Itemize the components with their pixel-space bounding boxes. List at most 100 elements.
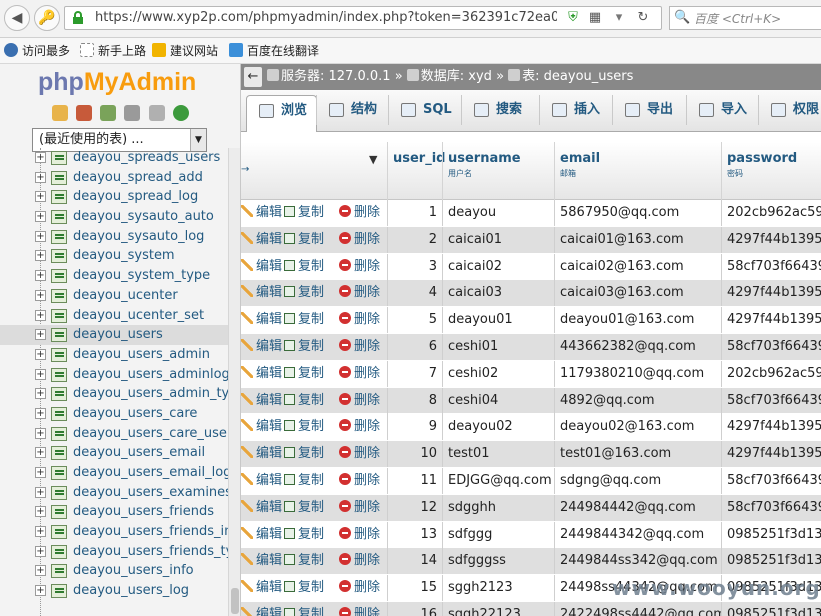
edit-link[interactable]: 编辑 bbox=[241, 227, 282, 253]
copy-link[interactable]: 复制 bbox=[284, 280, 324, 306]
nav-table-label[interactable]: deayou_users_care_user bbox=[73, 424, 232, 444]
tab-sql[interactable]: SQL bbox=[389, 95, 462, 132]
back-button[interactable]: ◀ bbox=[4, 5, 30, 31]
breadcrumb-database[interactable]: 数据库: xyd bbox=[421, 69, 492, 84]
expand-icon[interactable]: + bbox=[35, 427, 46, 439]
table-icon[interactable] bbox=[51, 525, 67, 540]
table-icon[interactable] bbox=[51, 485, 67, 500]
edit-link[interactable]: 编辑 bbox=[241, 414, 282, 440]
delete-link[interactable]: 删除 bbox=[339, 495, 380, 521]
cell-email[interactable]: caicai03@163.com bbox=[554, 280, 721, 307]
nav-table-label[interactable]: deayou_users_adminlog bbox=[73, 365, 230, 385]
expand-icon[interactable]: + bbox=[35, 486, 46, 498]
delete-link[interactable]: 删除 bbox=[339, 414, 380, 440]
cell-password[interactable]: 58cf703f66439 bbox=[721, 387, 821, 414]
nav-table-label[interactable]: deayou_users bbox=[73, 325, 163, 345]
nav-table-item[interactable]: + deayou_system bbox=[0, 246, 228, 266]
nav-table-item[interactable]: + deayou_ucenter bbox=[0, 286, 228, 306]
table-icon[interactable] bbox=[51, 170, 67, 185]
bookmark-getting-started[interactable]: 新手上路 bbox=[80, 42, 146, 60]
cell-username[interactable]: ceshi04 bbox=[442, 387, 554, 414]
nav-table-label[interactable]: deayou_spread_add bbox=[73, 168, 203, 188]
table-icon[interactable] bbox=[51, 308, 67, 323]
cell-username[interactable]: caicai01 bbox=[442, 226, 554, 253]
nav-table-item[interactable]: + deayou_ucenter_set bbox=[0, 306, 228, 326]
search-bar[interactable]: 🔍 百度 <Ctrl+K> bbox=[669, 6, 821, 30]
cell-email[interactable]: caicai01@163.com bbox=[554, 226, 721, 253]
copy-link[interactable]: 复制 bbox=[284, 414, 324, 440]
breadcrumb-server[interactable]: 服务器: 127.0.0.1 bbox=[281, 69, 391, 84]
delete-link[interactable]: 删除 bbox=[339, 548, 380, 574]
expand-icon[interactable]: + bbox=[35, 171, 46, 183]
search-input[interactable]: 百度 <Ctrl+K> bbox=[694, 10, 781, 27]
edit-link[interactable]: 编辑 bbox=[241, 441, 282, 467]
delete-link[interactable]: 删除 bbox=[339, 334, 380, 360]
cell-user-id[interactable]: 13 bbox=[387, 521, 442, 548]
collapse-nav-button[interactable]: ← bbox=[244, 67, 262, 87]
copy-link[interactable]: 复制 bbox=[284, 334, 324, 360]
edit-link[interactable]: 编辑 bbox=[241, 602, 282, 616]
cell-email[interactable]: 5867950@qq.com bbox=[554, 200, 721, 226]
cell-password[interactable]: 4297f44b13955 bbox=[721, 307, 821, 334]
column-header-password[interactable]: password 密码 bbox=[721, 142, 821, 200]
column-name[interactable]: user_id bbox=[393, 151, 445, 166]
cell-user-id[interactable]: 14 bbox=[387, 548, 442, 575]
cell-username[interactable]: ceshi02 bbox=[442, 360, 554, 387]
expand-icon[interactable]: + bbox=[35, 230, 46, 242]
table-icon[interactable] bbox=[51, 446, 67, 461]
expand-icon[interactable]: + bbox=[35, 270, 46, 282]
cell-email[interactable]: deayou02@163.com bbox=[554, 414, 721, 441]
expand-icon[interactable]: + bbox=[35, 329, 46, 341]
expand-icon[interactable]: + bbox=[35, 289, 46, 301]
table-icon[interactable] bbox=[51, 544, 67, 559]
copy-link[interactable]: 复制 bbox=[284, 441, 324, 467]
delete-link[interactable]: 删除 bbox=[339, 280, 380, 306]
nav-table-label[interactable]: deayou_users_care bbox=[73, 404, 197, 424]
nav-table-item[interactable]: + deayou_system_type bbox=[0, 266, 228, 286]
edit-link[interactable]: 编辑 bbox=[241, 468, 282, 494]
cell-user-id[interactable]: 16 bbox=[387, 602, 442, 616]
nav-table-label[interactable]: deayou_users_info bbox=[73, 561, 194, 581]
delete-link[interactable]: 删除 bbox=[339, 388, 380, 414]
cell-password[interactable]: 58cf703f66439 bbox=[721, 468, 821, 494]
identity-button[interactable]: 🔑 bbox=[34, 5, 60, 31]
copy-link[interactable]: 复制 bbox=[284, 468, 324, 494]
cell-password[interactable]: 4297f44b13955 bbox=[721, 441, 821, 468]
cell-password[interactable]: 0985251f3d130 bbox=[721, 548, 821, 575]
cell-username[interactable]: EDJGG@qq.com bbox=[442, 468, 554, 494]
delete-link[interactable]: 删除 bbox=[339, 522, 380, 548]
expand-icon[interactable]: + bbox=[35, 447, 46, 459]
nav-table-item[interactable]: + deayou_spread_add bbox=[0, 168, 228, 188]
copy-link[interactable]: 复制 bbox=[284, 200, 324, 226]
nav-table-item[interactable]: + deayou_users_email_log bbox=[0, 463, 231, 483]
copy-link[interactable]: 复制 bbox=[284, 575, 324, 601]
copy-link[interactable]: 复制 bbox=[284, 227, 324, 253]
cell-user-id[interactable]: 3 bbox=[387, 253, 442, 280]
cell-password[interactable]: 58cf703f66439 bbox=[721, 494, 821, 521]
nav-table-item[interactable]: + deayou_users_info bbox=[0, 561, 228, 581]
table-icon[interactable] bbox=[51, 564, 67, 579]
cell-user-id[interactable]: 11 bbox=[387, 468, 442, 494]
nav-table-label[interactable]: deayou_users_friends_ty bbox=[73, 542, 233, 562]
bookmark-suggested-sites[interactable]: 建议网站 bbox=[152, 42, 218, 60]
expand-icon[interactable]: + bbox=[35, 565, 46, 577]
delete-link[interactable]: 删除 bbox=[339, 441, 380, 467]
table-icon[interactable] bbox=[51, 229, 67, 244]
nav-table-item[interactable]: + deayou_users_email bbox=[0, 443, 228, 463]
column-name[interactable]: email bbox=[560, 151, 721, 166]
url-bar[interactable]: https://www.xyp2p.com/phpmyadmin/index.p… bbox=[64, 6, 662, 30]
expand-icon[interactable]: + bbox=[35, 388, 46, 400]
nav-scrollbar[interactable] bbox=[228, 148, 240, 616]
cell-email[interactable]: 2422498ss4442@qq.com bbox=[554, 602, 721, 616]
nav-table-item[interactable]: + deayou_users_friends bbox=[0, 502, 228, 522]
cell-username[interactable]: caicai02 bbox=[442, 253, 554, 280]
copy-link[interactable]: 复制 bbox=[284, 602, 324, 616]
scrollbar-thumb[interactable] bbox=[231, 588, 239, 614]
bookmark-baidu-translate[interactable]: 百度在线翻译 bbox=[229, 42, 319, 60]
cell-username[interactable]: sdfgggss bbox=[442, 548, 554, 575]
cell-user-id[interactable]: 9 bbox=[387, 414, 442, 441]
docs-icon[interactable] bbox=[124, 105, 141, 121]
cell-user-id[interactable]: 6 bbox=[387, 334, 442, 360]
cell-user-id[interactable]: 1 bbox=[387, 200, 442, 226]
copy-link[interactable]: 复制 bbox=[284, 361, 324, 387]
